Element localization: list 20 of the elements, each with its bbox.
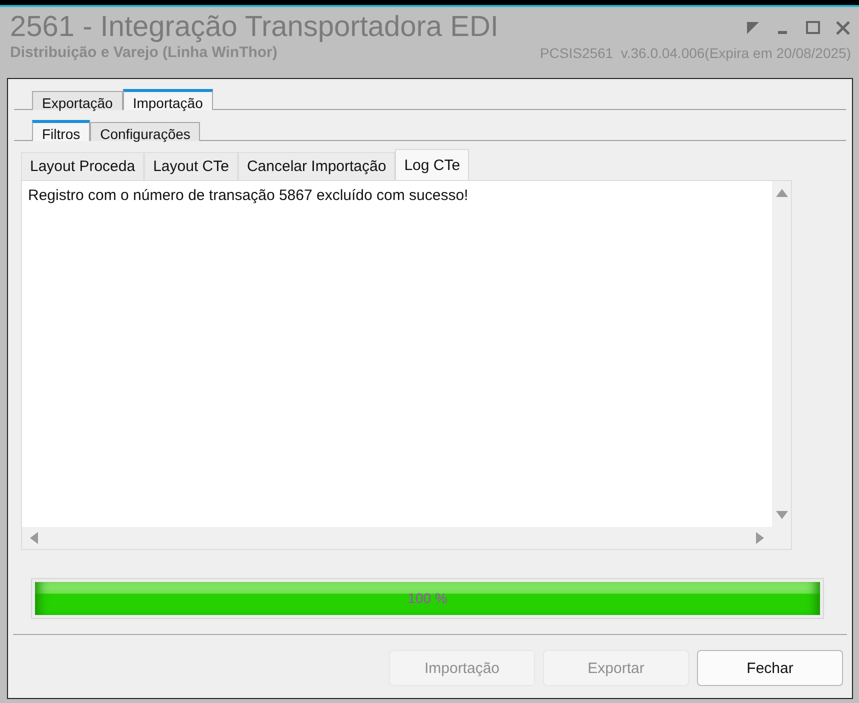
tab[interactable]: Filtros	[32, 120, 90, 141]
maximize-icon[interactable]	[805, 20, 821, 36]
log-line: Registro com o número de transação 5867 excluído com sucesso!	[28, 187, 470, 204]
tab[interactable]: Exportação	[32, 91, 123, 110]
tab[interactable]: Log CTe	[395, 149, 470, 180]
tab[interactable]: Layout Proceda	[21, 152, 144, 180]
window-title: 2561 - Integração Transportadora EDI	[10, 11, 498, 44]
scroll-up-icon[interactable]	[776, 189, 788, 197]
close-icon[interactable]	[835, 20, 851, 36]
action-button[interactable]: Fechar	[697, 650, 843, 686]
progress-label: 100 %	[408, 590, 448, 606]
tab[interactable]: Configurações	[90, 122, 200, 141]
restore-icon[interactable]	[745, 20, 761, 36]
log-memo[interactable]: Registro com o número de transação 5867 excluído com sucesso!	[21, 180, 792, 550]
scroll-left-icon[interactable]	[30, 532, 38, 544]
tab[interactable]: Cancelar Importação	[238, 152, 396, 180]
tab[interactable]: Importação	[122, 89, 213, 110]
scroll-down-icon[interactable]	[776, 511, 788, 519]
scroll-right-icon[interactable]	[756, 532, 764, 544]
tab[interactable]: Layout CTe	[144, 152, 238, 180]
